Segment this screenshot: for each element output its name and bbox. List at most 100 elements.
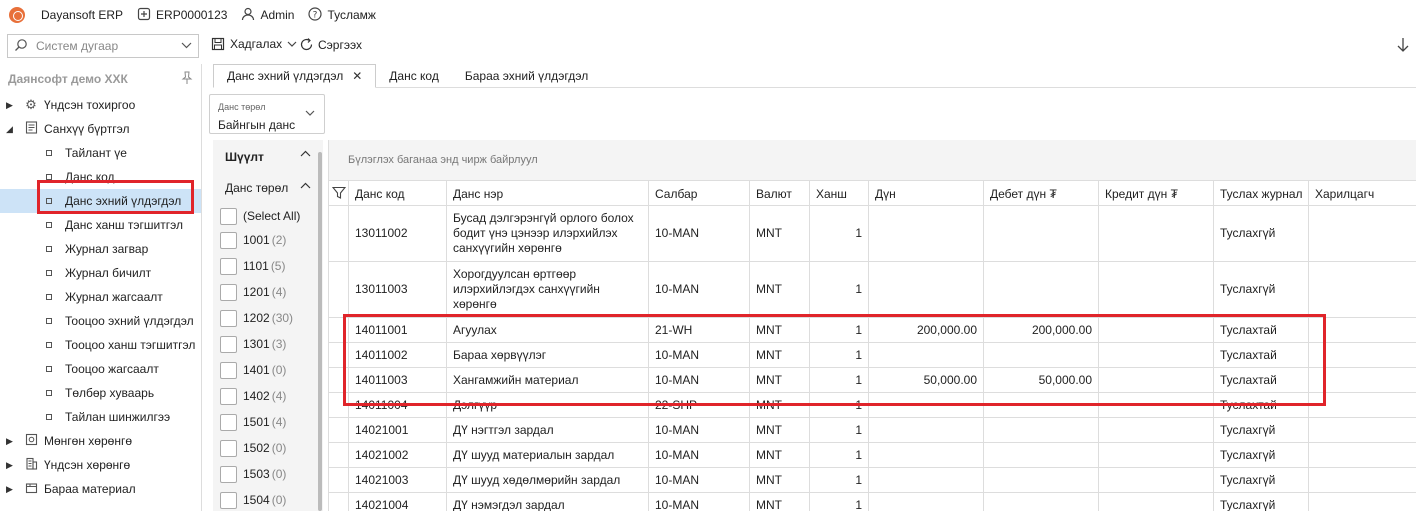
col-header-credit[interactable]: Кредит дүн ₮ [1098, 181, 1213, 206]
sidebar-item-journal-template[interactable]: Журнал загвар [0, 237, 201, 261]
filter-scrollbar[interactable] [318, 152, 322, 511]
col-header-currency[interactable]: Валют [749, 181, 809, 206]
save-button[interactable]: Хадгалах [211, 37, 297, 51]
filter-funnel-icon[interactable] [331, 186, 347, 200]
save-icon [211, 37, 225, 51]
col-header-debit[interactable]: Дебет дүн ₮ [983, 181, 1098, 206]
checkbox[interactable] [220, 439, 237, 457]
chevron-down-icon[interactable] [305, 109, 315, 120]
sidebar-item-basic-settings[interactable]: ▶ ⚙ Үндсэн тохиргоо [0, 93, 201, 117]
checkbox[interactable] [220, 283, 237, 301]
checkbox[interactable] [220, 309, 237, 327]
sidebar-item-report-analysis[interactable]: Тайлан шинжилгээ [0, 405, 201, 429]
help-icon: ? [308, 6, 323, 24]
col-header-rate[interactable]: Ханш [809, 181, 868, 206]
col-header-partner[interactable]: Харилцагч [1308, 181, 1416, 206]
sidebar-item-inventory[interactable]: ▶ Бараа материал [0, 477, 201, 501]
filter-option[interactable]: 1402 (4) [220, 386, 286, 406]
account-type-select[interactable]: Данс төрөл Байнгын данс [209, 94, 325, 134]
tab-inventory-opening-balance[interactable]: Бараа эхний үлдэгдэл [452, 64, 601, 88]
sidebar-item-label: Тооцоо эхний үлдэгдэл [65, 314, 194, 328]
help-button[interactable]: ? Тусламж [308, 6, 376, 24]
cell-currency: MNT [749, 443, 809, 467]
chevron-down-icon[interactable] [181, 41, 192, 52]
filter-option-count: (4) [271, 415, 287, 429]
company-selector[interactable]: ERP0000123 [137, 7, 227, 24]
checkbox[interactable] [220, 361, 237, 379]
tab-account-code[interactable]: Данс код [376, 64, 452, 88]
checkbox[interactable] [220, 335, 237, 353]
col-header-branch[interactable]: Салбар [648, 181, 749, 206]
refresh-button[interactable]: Сэргээх [299, 37, 362, 52]
sidebar-item-payment-schedule[interactable]: Төлбөр хуваарь [0, 381, 201, 405]
expand-arrow-icon[interactable]: ▶ [6, 100, 14, 111]
table-row[interactable]: 14021001 ДҮ нэгтгэл зардал 10-MAN MNT 1 … [329, 418, 1416, 443]
filter-option[interactable]: 1201 (4) [220, 282, 286, 302]
help-label: Тусламж [327, 8, 376, 22]
col-header-account-name[interactable]: Данс нэр [446, 181, 648, 206]
table-row[interactable]: 13011003 Хорогдуулсан өртгөөр илэрхийлэг… [329, 262, 1416, 318]
sidebar-item-reporting-period[interactable]: Тайлант үе [0, 141, 201, 165]
filter-option[interactable]: 1401 (0) [220, 360, 286, 380]
col-header-sub-journal[interactable]: Туслах журнал [1213, 181, 1308, 206]
table-row[interactable]: 13011002 Бусад дэлгэрэнгүй орлого болох … [329, 206, 1416, 262]
filter-option[interactable]: 1101 (5) [220, 256, 285, 276]
filter-option[interactable]: 1202 (30) [220, 308, 293, 328]
sidebar-item-settlement-list[interactable]: Тооцоо жагсаалт [0, 357, 201, 381]
filter-option[interactable]: 1503 (0) [220, 464, 286, 484]
sidebar-item-journal-entry[interactable]: Журнал бичилт [0, 261, 201, 285]
sidebar-item-settlement-rate-adjustment[interactable]: Тооцоо ханш тэгшитгэл [0, 333, 201, 357]
account-type-label: Данс төрөл [218, 102, 266, 112]
checkbox[interactable] [220, 207, 237, 225]
filter-option-select-all[interactable]: (Select All) [220, 206, 300, 226]
group-panel[interactable]: Бүлэглэх баганаа энд чирж байрлуул [329, 140, 1416, 180]
expand-arrow-icon[interactable]: ▶ [6, 460, 14, 471]
tab-account-opening-balance[interactable]: Данс эхний үлдэгдэл ✕ [213, 64, 377, 88]
sidebar-item-settlement-opening-balance[interactable]: Тооцоо эхний үлдэгдэл [0, 309, 201, 333]
sidebar-item-account-rate-adjustment[interactable]: Данс ханш тэгшитгэл [0, 213, 201, 237]
sidebar-item-fixed-assets[interactable]: ▶ Үндсэн хөрөнгө [0, 453, 201, 477]
col-header-account-code[interactable]: Данс код [348, 181, 446, 206]
checkbox[interactable] [220, 413, 237, 431]
building-icon [23, 457, 39, 473]
filter-option-count: (0) [271, 441, 287, 455]
checkbox[interactable] [220, 491, 237, 509]
save-dropdown-chevron-icon[interactable] [287, 41, 297, 48]
cell-account-name: ДҮ шууд хөдөлмөрийн зардал [446, 468, 648, 492]
download-icon[interactable] [1396, 37, 1410, 58]
cell-branch: 10-MAN [648, 493, 749, 511]
table-row[interactable]: 14021003 ДҮ шууд хөдөлмөрийн зардал 10-M… [329, 468, 1416, 493]
chevron-up-icon[interactable] [300, 148, 311, 160]
collapse-arrow-icon[interactable]: ◢ [6, 124, 14, 135]
filter-option[interactable]: 1504 (0) [220, 490, 286, 510]
user-name: Admin [260, 8, 295, 22]
app-name[interactable]: Dayansoft ERP [41, 8, 123, 22]
checkbox[interactable] [220, 231, 237, 249]
checkbox[interactable] [220, 257, 237, 275]
highlight-box [343, 314, 1326, 406]
sidebar-item-journal-list[interactable]: Журнал жагсаалт [0, 285, 201, 309]
pin-icon[interactable] [181, 71, 193, 88]
checkbox[interactable] [220, 465, 237, 483]
user-menu[interactable]: Admin [241, 7, 294, 24]
expand-arrow-icon[interactable]: ▶ [6, 484, 14, 495]
sidebar-item-cash[interactable]: ▶ Мөнгөн хөрөнгө [0, 429, 201, 453]
expand-arrow-icon[interactable]: ▶ [6, 436, 14, 447]
table-row[interactable]: 14021004 ДҮ нэмэгдэл зардал 10-MAN MNT 1… [329, 493, 1416, 511]
col-header-label: Салбар [655, 186, 698, 201]
cell-currency: MNT [749, 206, 809, 261]
sidebar-item-label: Журнал жагсаалт [65, 290, 163, 304]
filter-option[interactable]: 1502 (0) [220, 438, 286, 458]
sidebar-title: Даянсофт демо ХХК [8, 72, 128, 86]
close-icon[interactable]: ✕ [352, 69, 362, 83]
search-input[interactable]: Систем дугаар [7, 34, 199, 58]
chevron-up-icon[interactable] [300, 180, 311, 192]
col-header-amount[interactable]: Дүн [868, 181, 983, 206]
filter-option[interactable]: 1501 (4) [220, 412, 286, 432]
table-row[interactable]: 14021002 ДҮ шууд материалын зардал 10-MA… [329, 443, 1416, 468]
checkbox[interactable] [220, 387, 237, 405]
filter-option[interactable]: 1001 (2) [220, 230, 286, 250]
company-code: ERP0000123 [156, 8, 228, 22]
sidebar-item-finance[interactable]: ◢ Санхүү бүртгэл [0, 117, 201, 141]
filter-option[interactable]: 1301 (3) [220, 334, 286, 354]
